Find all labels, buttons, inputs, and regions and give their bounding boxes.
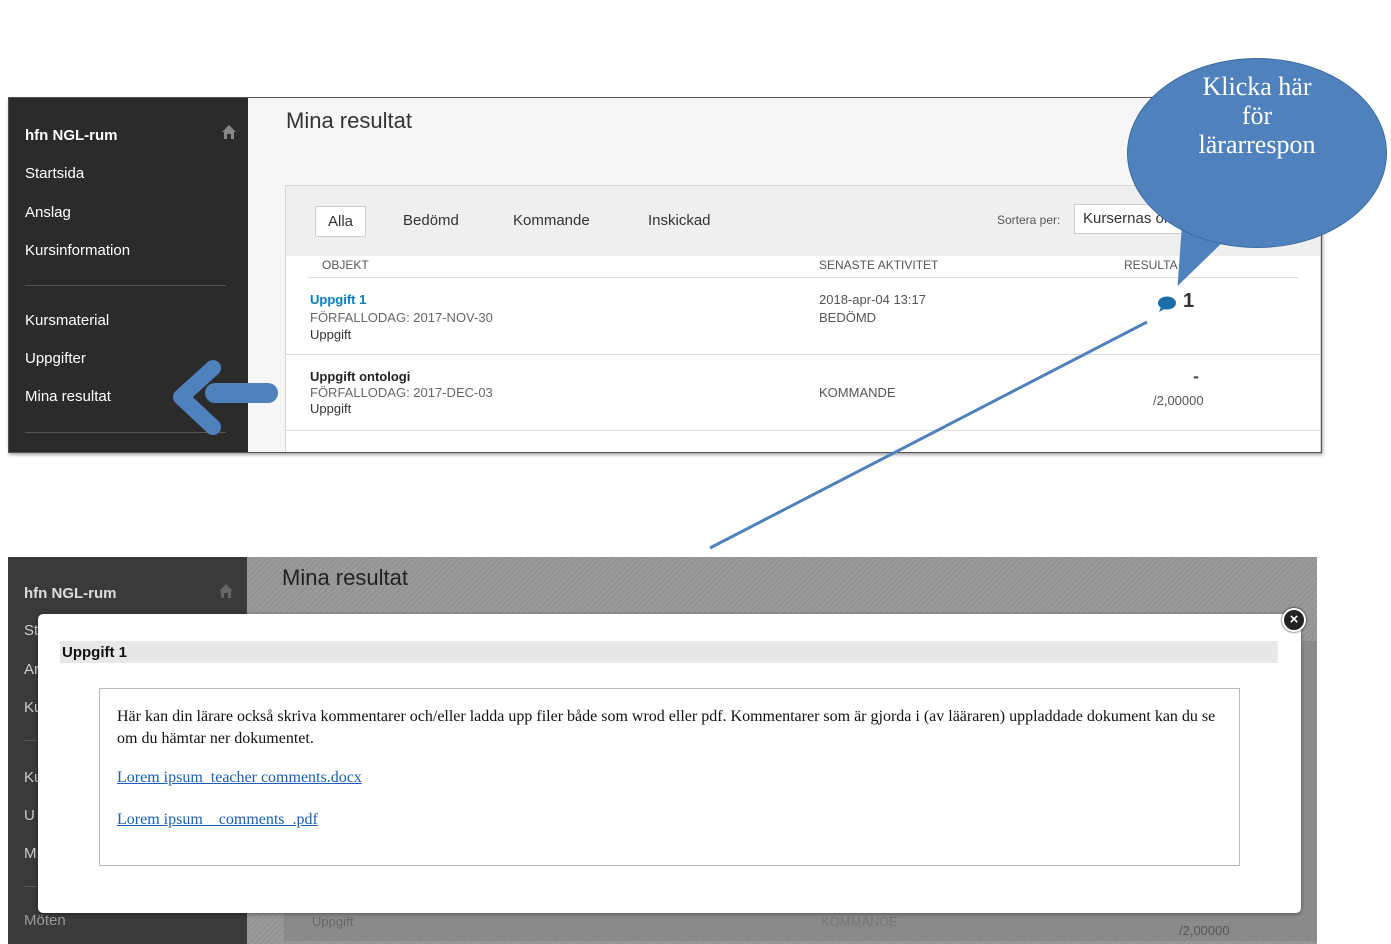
filter-inskickad[interactable]: Inskickad bbox=[636, 206, 723, 235]
filter-alla[interactable]: Alla bbox=[315, 206, 367, 237]
header-divider bbox=[308, 277, 1298, 278]
callout-line-2: för bbox=[1241, 101, 1273, 130]
row-type: Uppgift bbox=[312, 914, 354, 929]
row-activity-status: KOMMANDE bbox=[819, 385, 896, 400]
course-title[interactable]: hfn NGL-rum bbox=[25, 127, 117, 144]
filter-kommande[interactable]: Kommande bbox=[501, 206, 602, 235]
row-divider bbox=[286, 430, 1320, 431]
sidebar-divider bbox=[25, 285, 226, 286]
sidebar-item-partial: St bbox=[24, 622, 39, 639]
sidebar-item-kursmaterial[interactable]: Kursmaterial bbox=[25, 312, 109, 329]
page-title: Mina resultat bbox=[286, 108, 412, 133]
column-header-objekt[interactable]: OBJEKT bbox=[322, 258, 369, 272]
feedback-modal: Uppgift 1 Här kan din lärare också skriv… bbox=[38, 614, 1301, 913]
course-title: hfn NGL-rum bbox=[24, 585, 117, 602]
row-title[interactable]: Uppgift ontologi bbox=[310, 369, 410, 384]
sidebar-item-moten: Möten bbox=[24, 912, 66, 929]
attachment-link-pdf[interactable]: Lorem ipsum__comments_.pdf bbox=[117, 811, 318, 829]
filter-bedomd[interactable]: Bedömd bbox=[391, 206, 471, 235]
row-due-date: FÖRFALLODAG: 2017-DEC-03 bbox=[310, 385, 493, 400]
sidebar-item-partial: Ar bbox=[24, 661, 39, 678]
row-activity-date: 2018-apr-04 13:17 bbox=[819, 292, 926, 307]
row-divider bbox=[286, 354, 1320, 355]
callout-bubble: Klicka här för lärarrespon bbox=[1127, 58, 1387, 248]
results-panel: Alla Bedömd Kommande Inskickad Sortera p… bbox=[285, 185, 1321, 452]
row-result-max: /2,00000 bbox=[1179, 923, 1230, 938]
feedback-text: Här kan din lärare också skriva kommenta… bbox=[117, 708, 1216, 747]
attachment-link-docx[interactable]: Lorem ipsum_teacher comments.docx bbox=[117, 769, 362, 787]
column-header-senaste-aktivitet[interactable]: SENASTE AKTIVITET bbox=[819, 258, 938, 272]
home-icon bbox=[219, 584, 233, 598]
sort-label: Sortera per: bbox=[997, 213, 1061, 227]
callout-line-1: Klicka här bbox=[1202, 72, 1312, 101]
row-activity-status: KOMMANDE bbox=[821, 914, 898, 929]
course-sidebar: hfn NGL-rum Startsida Anslag Kursinforma… bbox=[9, 98, 248, 452]
modal-title: Uppgift 1 bbox=[62, 644, 127, 661]
close-icon[interactable]: × bbox=[1282, 608, 1306, 632]
page-title: Mina resultat bbox=[282, 565, 408, 590]
row-type: Uppgift bbox=[310, 327, 352, 342]
row-result-score: 1 bbox=[1183, 290, 1195, 312]
sidebar-item-mina-resultat[interactable]: Mina resultat bbox=[25, 388, 111, 405]
row-due-date: FÖRFALLODAG: 2017-NOV-30 bbox=[310, 310, 493, 325]
sidebar-item-startsida[interactable]: Startsida bbox=[25, 165, 84, 182]
sidebar-item-partial: U bbox=[24, 807, 35, 824]
home-icon[interactable] bbox=[221, 124, 237, 140]
row-result-dash: - bbox=[1193, 366, 1199, 386]
sidebar-item-anslag[interactable]: Anslag bbox=[25, 204, 71, 221]
callout-line-3: lärarrespon bbox=[1198, 130, 1316, 159]
row-activity-status: BEDÖMD bbox=[819, 310, 877, 325]
sidebar-item-partial: M bbox=[24, 845, 37, 862]
sidebar-divider bbox=[25, 432, 226, 433]
row-result-max: /2,00000 bbox=[1153, 393, 1204, 408]
comment-icon[interactable] bbox=[1157, 296, 1177, 313]
feedback-box: Här kan din lärare också skriva kommenta… bbox=[99, 688, 1240, 866]
sidebar-item-uppgifter[interactable]: Uppgifter bbox=[25, 350, 86, 367]
modal-header: Uppgift 1 bbox=[60, 641, 1278, 663]
row-title-link[interactable]: Uppgift 1 bbox=[310, 292, 366, 307]
row-type: Uppgift bbox=[310, 401, 352, 416]
top-screenshot: hfn NGL-rum Startsida Anslag Kursinforma… bbox=[8, 97, 1322, 453]
sidebar-item-kursinformation[interactable]: Kursinformation bbox=[25, 242, 130, 259]
